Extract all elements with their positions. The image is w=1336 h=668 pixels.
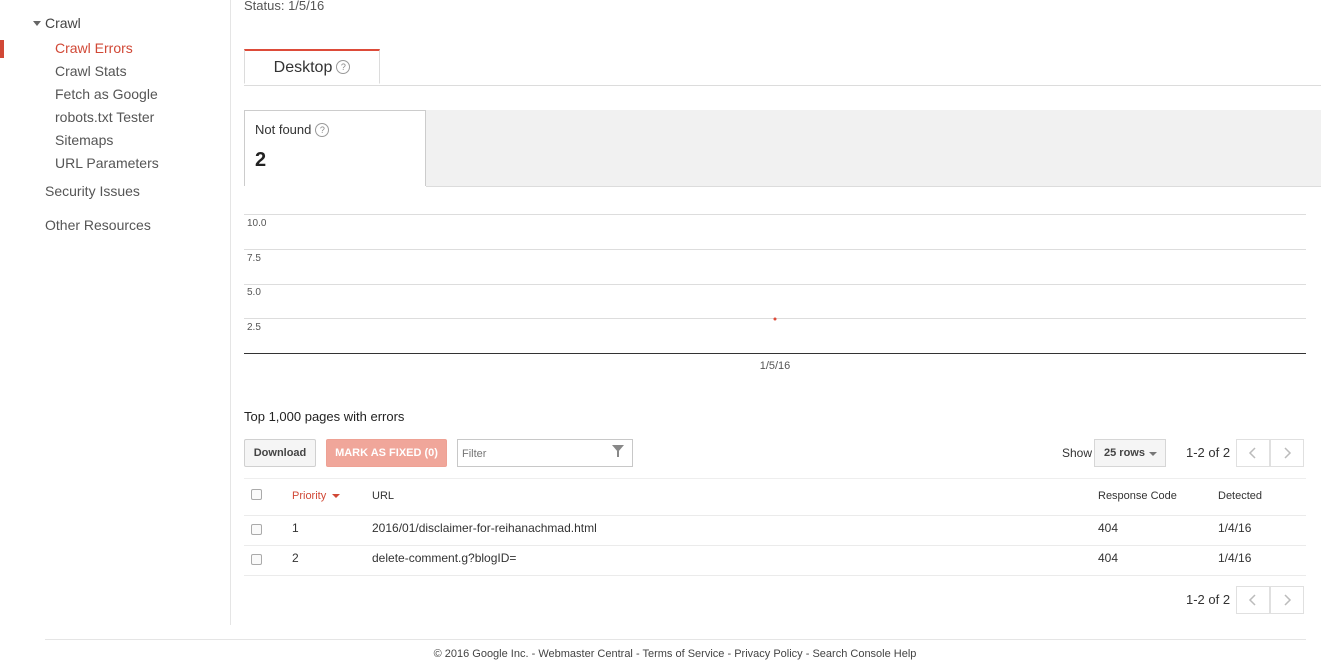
footer-separator: - (531, 648, 536, 660)
rows-per-page-value: 25 rows (1104, 447, 1145, 459)
sidebar-section-crawl[interactable]: Crawl (33, 15, 81, 31)
filter-funnel-icon[interactable] (612, 445, 624, 457)
chevron-right-icon (1284, 594, 1292, 606)
column-header-priority-label: Priority (292, 490, 327, 502)
prev-page-button-bottom[interactable] (1236, 586, 1270, 614)
tab-strip: Desktop? (244, 49, 1321, 86)
row-detected: 1/4/16 (1218, 521, 1252, 535)
chart-point (773, 317, 777, 321)
chevron-left-icon (1248, 594, 1256, 606)
sidebar-item-security-issues[interactable]: Security Issues (45, 183, 140, 199)
x-tick-label: 1/5/16 (759, 360, 791, 372)
help-icon[interactable]: ? (315, 122, 330, 137)
chevron-right-icon (1284, 447, 1292, 459)
y-tick-label: 10.0 (247, 218, 267, 229)
gridline (244, 214, 1306, 215)
tab-desktop[interactable]: Desktop? (244, 49, 380, 84)
chart-baseline (244, 353, 1306, 354)
row-url[interactable]: delete-comment.g?blogID= (372, 551, 516, 565)
sidebar-item-crawl-errors[interactable]: Crawl Errors (55, 40, 133, 56)
sidebar-item-fetch-as-google[interactable]: Fetch as Google (55, 86, 158, 102)
footer-separator: - (727, 648, 732, 660)
filter-box (457, 439, 633, 467)
column-header-priority[interactable]: Priority (292, 490, 341, 502)
sidebar-item-robots-tester[interactable]: robots.txt Tester (55, 109, 154, 125)
footer-link-terms[interactable]: Terms of Service (642, 648, 724, 660)
metric-value: 2 (255, 149, 267, 171)
footer-link-privacy[interactable]: Privacy Policy (734, 648, 802, 660)
sidebar-item-sitemaps[interactable]: Sitemaps (55, 132, 113, 148)
sort-desc-icon (332, 494, 341, 499)
table-title: Top 1,000 pages with errors (244, 409, 405, 424)
row-divider (244, 575, 1306, 576)
help-icon[interactable]: ? (336, 59, 351, 74)
footer-copyright: © 2016 Google Inc. (433, 648, 529, 660)
footer-divider (45, 639, 1306, 640)
select-all-checkbox[interactable] (251, 489, 262, 500)
row-response-code: 404 (1098, 551, 1119, 565)
row-detected: 1/4/16 (1218, 551, 1252, 565)
sidebar-item-crawl-stats[interactable]: Crawl Stats (55, 63, 127, 79)
sidebar-item-other-resources[interactable]: Other Resources (45, 217, 151, 233)
row-priority: 1 (292, 521, 299, 535)
sidebar-item-url-parameters[interactable]: URL Parameters (55, 155, 159, 171)
next-page-button-bottom[interactable] (1270, 586, 1304, 614)
column-header-response-code[interactable]: Response Code (1098, 490, 1177, 502)
gridline (244, 284, 1306, 285)
dropdown-caret-icon (1149, 452, 1157, 456)
tab-desktop-label: Desktop (273, 59, 333, 76)
row-divider (244, 515, 1306, 516)
filter-input[interactable] (460, 441, 604, 467)
mark-as-fixed-button[interactable]: MARK AS FIXED (0) (326, 439, 447, 467)
footer-separator: - (805, 648, 810, 660)
pager-text-top: 1-2 of 2 (1186, 445, 1231, 460)
sidebar: Crawl Crawl Errors Crawl Stats Fetch as … (0, 0, 231, 625)
row-url[interactable]: 2016/01/disclaimer-for-reihanachmad.html (372, 521, 597, 535)
rows-per-page-select[interactable]: 25 rows (1094, 439, 1166, 467)
next-page-button[interactable] (1270, 439, 1304, 467)
row-checkbox[interactable] (251, 524, 262, 535)
table-top-border (244, 478, 1306, 479)
download-button[interactable]: Download (244, 439, 316, 467)
y-tick-label: 7.5 (247, 253, 261, 264)
footer-separator: - (635, 648, 640, 660)
footer-link-webmaster-central[interactable]: Webmaster Central (538, 648, 633, 660)
status-text: Status: 1/5/16 (244, 0, 325, 13)
row-divider (244, 545, 1306, 546)
metric-card-not-found[interactable]: Not found? 2 (244, 110, 426, 186)
gridline (244, 249, 1306, 250)
row-checkbox[interactable] (251, 554, 262, 565)
metric-label: Not found? (255, 122, 330, 138)
y-tick-label: 2.5 (247, 322, 261, 333)
row-priority: 2 (292, 551, 299, 565)
collapse-triangle-icon (33, 20, 41, 26)
metric-strip (426, 110, 1321, 187)
sidebar-section-crawl-label: Crawl (45, 15, 81, 31)
footer: © 2016 Google Inc. - Webmaster Central -… (0, 648, 1336, 660)
metric-label-text: Not found (255, 122, 312, 137)
active-indicator (0, 40, 4, 58)
show-label: Show (1062, 446, 1093, 460)
row-response-code: 404 (1098, 521, 1119, 535)
errors-chart: 10.0 7.5 5.0 2.5 1/5/16 (244, 205, 1306, 380)
chevron-left-icon (1248, 447, 1256, 459)
pager-text-bottom: 1-2 of 2 (1186, 592, 1231, 607)
y-tick-label: 5.0 (247, 287, 261, 298)
column-header-detected[interactable]: Detected (1218, 490, 1262, 502)
column-header-url[interactable]: URL (372, 490, 394, 502)
prev-page-button[interactable] (1236, 439, 1270, 467)
footer-link-help[interactable]: Search Console Help (812, 648, 916, 660)
